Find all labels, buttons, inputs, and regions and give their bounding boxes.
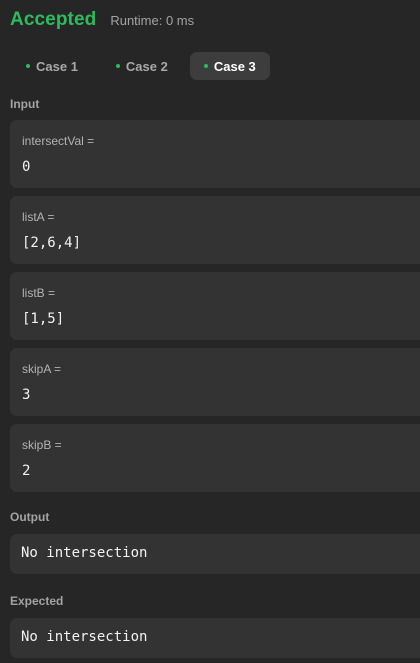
param-skipb[interactable]: skipB = 2 [10,424,420,492]
expected-label: Expected [10,594,64,608]
param-name: listA = [22,210,55,224]
param-intersectval[interactable]: intersectVal = 0 [10,120,420,188]
case-tabs: Case 1 Case 2 Case 3 [12,52,276,80]
param-name: skipA = [22,362,62,376]
passed-dot-icon [115,64,120,68]
tab-label: Case 2 [125,58,168,74]
tab-case-3[interactable]: Case 3 [189,52,270,80]
testcase-result-panel: Accepted Runtime: 0 ms Case 1 Case 2 Cas… [0,0,420,663]
param-listb[interactable]: listB = [1,5] [10,272,420,340]
param-name: listB = [22,286,56,300]
expected-box[interactable]: No intersection [10,618,420,658]
param-name: intersectVal = [22,134,95,148]
input-label: Input [10,97,40,111]
tab-case-1[interactable]: Case 1 [12,52,92,80]
passed-dot-icon [26,64,30,68]
expected-value: No intersection [21,629,148,645]
tab-label: Case 1 [36,58,78,74]
output-value: No intersection [21,545,148,561]
param-name: skipB = [22,438,62,452]
param-value: 0 [22,159,31,175]
result-header: Accepted Runtime: 0 ms [10,9,194,37]
param-lista[interactable]: listA = [2,6,4] [10,196,420,264]
param-value: [2,6,4] [22,235,82,251]
param-skipa[interactable]: skipA = 3 [10,348,420,416]
output-label: Output [10,510,50,524]
tab-label: Case 3 [213,58,256,74]
param-value: [1,5] [22,311,65,327]
param-value: 2 [22,463,31,479]
tab-case-2[interactable]: Case 2 [102,52,182,80]
status-accepted: Accepted [10,9,97,30]
runtime-text: Runtime: 0 ms [110,13,195,28]
passed-dot-icon [203,64,208,68]
output-box[interactable]: No intersection [10,534,420,574]
param-value: 3 [22,387,31,403]
